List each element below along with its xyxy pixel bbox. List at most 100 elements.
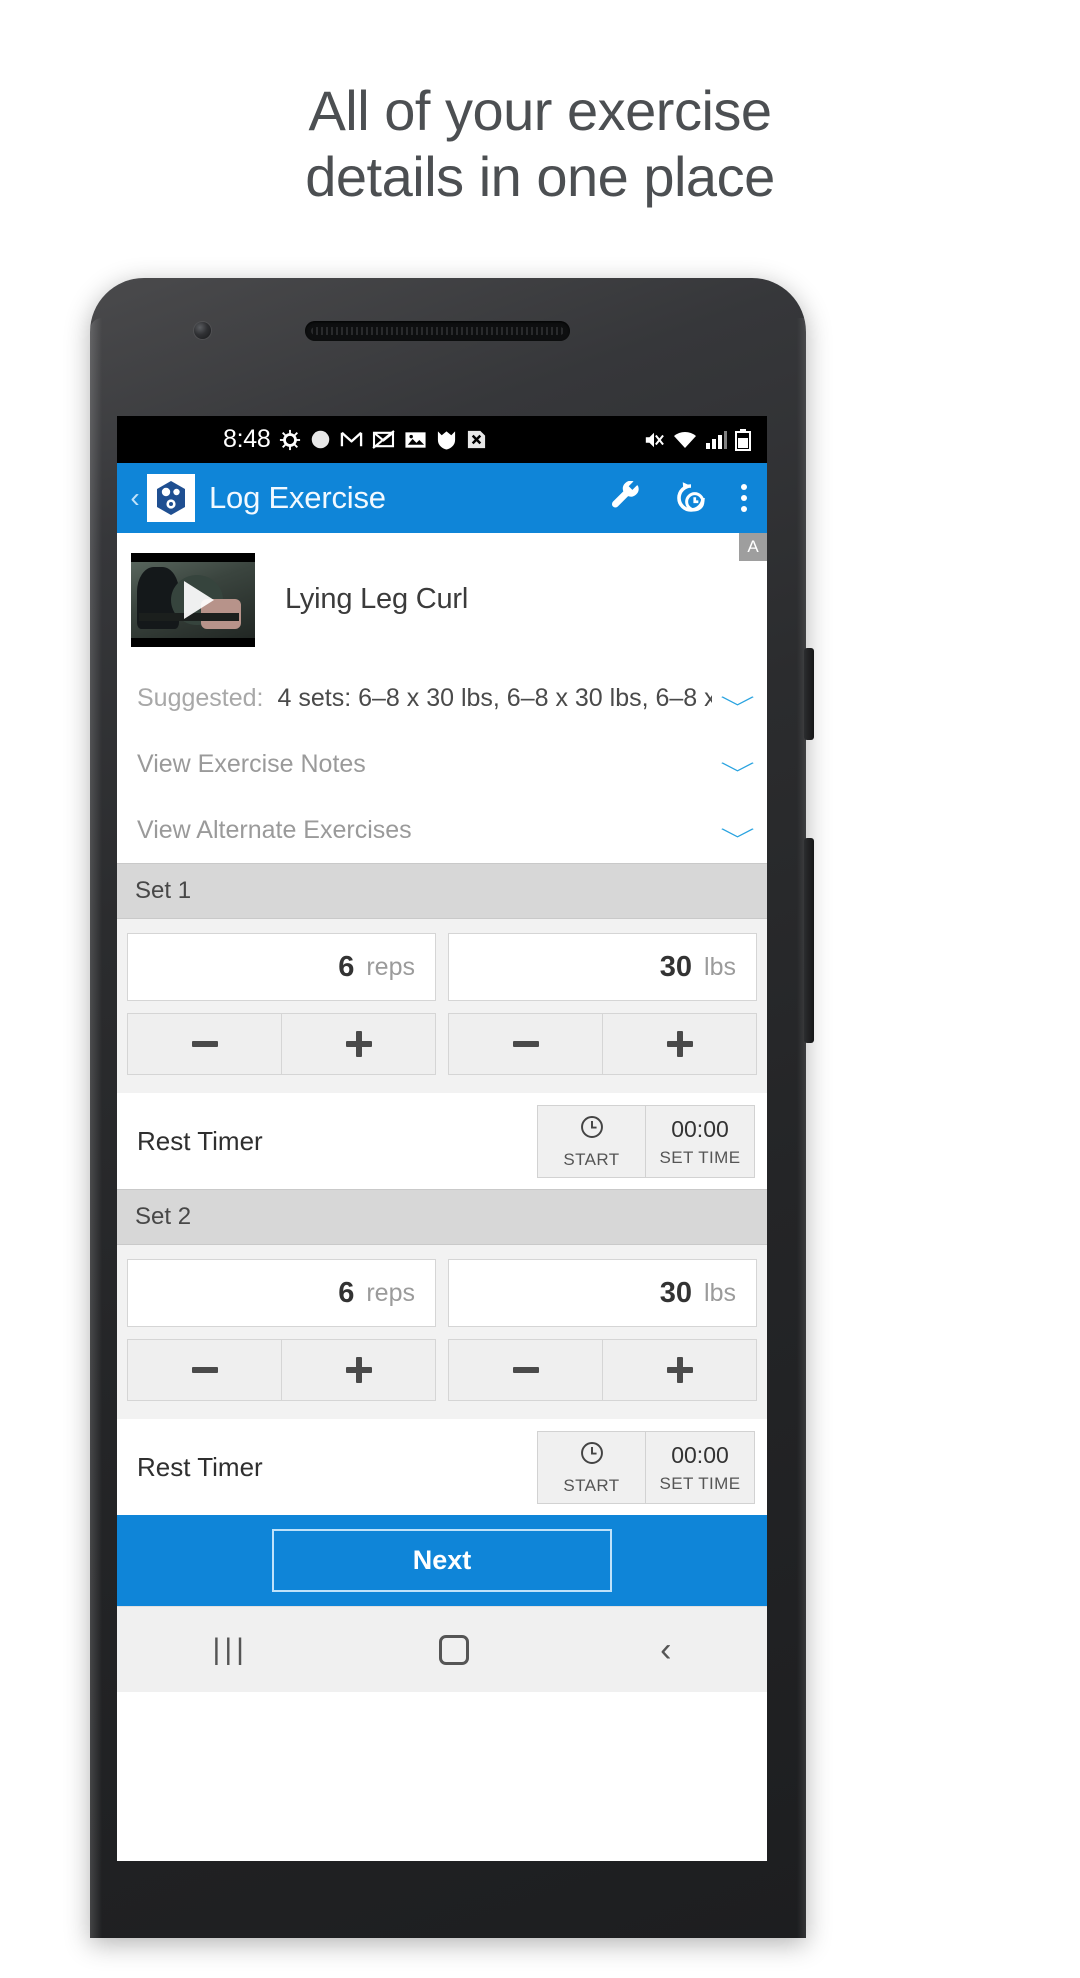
set-header: Set 1	[117, 863, 767, 919]
suggested-value: 4 sets: 6–8 x 30 lbs, 6–8 x 30 lbs, 6–8 …	[277, 683, 713, 712]
reps-stepper	[127, 1013, 436, 1075]
page-title: Log Exercise	[209, 480, 386, 515]
phone-mockup: 8:48 ‹ Log Exercise A Lying Leg Curl Sug…	[90, 278, 814, 1978]
play-icon[interactable]	[184, 581, 214, 619]
status-bar-left: 8:48	[223, 425, 487, 454]
chevron-down-icon[interactable]: ⌵	[721, 686, 755, 709]
rest-timer-start-button[interactable]: START	[538, 1105, 646, 1177]
app-logo[interactable]	[147, 474, 195, 522]
volume-button[interactable]	[804, 838, 814, 1043]
exercise-header: Lying Leg Curl	[117, 533, 767, 665]
set-inputs: 6 reps 30 lbs	[117, 919, 767, 1093]
clock-icon	[579, 1114, 605, 1145]
cell-signal-icon	[705, 430, 727, 450]
rest-timer-controls: START 00:00 SET TIME	[537, 1104, 755, 1178]
promo-headline: All of your exercise details in one plac…	[0, 0, 1080, 209]
status-badge: A	[739, 533, 767, 561]
reps-increment-button[interactable]	[282, 1014, 435, 1074]
weight-stepper	[448, 1013, 757, 1075]
front-camera-icon	[194, 322, 211, 339]
weight-unit: lbs	[704, 1278, 736, 1307]
reps-group: 6 reps	[127, 1259, 436, 1401]
rest-timer-settime-button[interactable]: 00:00 SET TIME	[646, 1432, 754, 1503]
reps-decrement-button[interactable]	[128, 1340, 282, 1400]
phone-body: 8:48 ‹ Log Exercise A Lying Leg Curl Sug…	[90, 278, 806, 1938]
reps-unit: reps	[366, 952, 415, 981]
home-icon[interactable]	[439, 1634, 470, 1665]
weight-group: 30 lbs	[448, 1259, 757, 1401]
minus-icon	[512, 1041, 539, 1047]
weight-decrement-button[interactable]	[449, 1014, 603, 1074]
headline-line-1: All of your exercise	[308, 79, 772, 142]
weight-stepper	[448, 1339, 757, 1401]
chevron-down-icon[interactable]: ⌵	[721, 752, 755, 775]
back-icon[interactable]: ‹	[660, 1633, 671, 1667]
rest-timer-row: Rest Timer START 00:00 SET TIME	[117, 1093, 767, 1189]
weight-increment-button[interactable]	[603, 1340, 756, 1400]
next-button[interactable]: Next	[272, 1529, 612, 1592]
weight-decrement-button[interactable]	[449, 1340, 603, 1400]
reps-group: 6 reps	[127, 933, 436, 1075]
weight-input[interactable]: 30 lbs	[448, 933, 757, 1001]
rest-timer-settime-button[interactable]: 00:00 SET TIME	[646, 1106, 754, 1177]
minus-icon	[191, 1041, 218, 1047]
phone-bezel-highlight-right	[797, 318, 806, 1938]
weight-value: 30	[659, 1276, 693, 1309]
reps-input[interactable]: 6 reps	[127, 933, 436, 1001]
weight-group: 30 lbs	[448, 933, 757, 1075]
view-exercise-notes-row[interactable]: View Exercise Notes ⌵	[117, 731, 767, 797]
battery-icon	[735, 428, 751, 451]
exercise-name: Lying Leg Curl	[285, 583, 469, 615]
rest-timer-start-button[interactable]: START	[538, 1431, 646, 1503]
rest-timer-value: 00:00	[671, 1115, 729, 1142]
gear-icon	[279, 429, 301, 451]
suggested-label: Suggested:	[137, 683, 264, 712]
suggested-row[interactable]: Suggested: 4 sets: 6–8 x 30 lbs, 6–8 x 3…	[117, 665, 767, 731]
weight-increment-button[interactable]	[603, 1014, 756, 1074]
reps-unit: reps	[366, 1278, 415, 1307]
wrench-icon[interactable]	[609, 481, 643, 515]
phone-bezel-highlight-left	[90, 318, 102, 1938]
set-inputs: 6 reps 30 lbs	[117, 1245, 767, 1419]
back-button[interactable]: ‹	[125, 482, 145, 514]
exercise-video-thumbnail[interactable]	[131, 553, 255, 647]
rest-timer-start-label: START	[563, 1149, 620, 1169]
rest-timer-start-label: START	[563, 1475, 620, 1495]
set-header: Set 2	[117, 1189, 767, 1245]
weight-unit: lbs	[704, 952, 736, 981]
thumbnail-letterbox-top	[131, 553, 255, 562]
overflow-menu-icon[interactable]	[741, 484, 747, 512]
recent-apps-icon[interactable]: |||	[213, 1633, 248, 1667]
gmail-icon	[340, 428, 363, 451]
next-button-bar: Next	[117, 1515, 767, 1606]
reps-stepper	[127, 1339, 436, 1401]
power-button[interactable]	[804, 648, 814, 740]
status-clock: 8:48	[223, 425, 271, 453]
reps-increment-button[interactable]	[282, 1340, 435, 1400]
phone-screen: 8:48 ‹ Log Exercise A Lying Leg Curl Sug…	[117, 416, 767, 1861]
mute-icon	[643, 430, 665, 450]
history-icon[interactable]	[673, 480, 709, 516]
clock-icon	[579, 1440, 605, 1471]
reps-decrement-button[interactable]	[128, 1014, 282, 1074]
circle-icon	[310, 429, 331, 450]
rest-timer-value: 00:00	[671, 1441, 729, 1468]
minus-icon	[191, 1367, 218, 1373]
rest-timer-settime-label: SET TIME	[659, 1147, 741, 1167]
rest-timer-label: Rest Timer	[137, 1125, 263, 1156]
android-navigation-bar: ||| ‹	[117, 1606, 767, 1692]
close-box-icon	[466, 429, 487, 450]
reps-input[interactable]: 6 reps	[127, 1259, 436, 1327]
photo-icon	[404, 430, 427, 450]
view-exercise-notes-label: View Exercise Notes	[137, 749, 366, 778]
rest-timer-label: Rest Timer	[137, 1451, 263, 1482]
chevron-down-icon[interactable]: ⌵	[721, 818, 755, 841]
plus-icon	[666, 1031, 693, 1057]
earpiece-speaker	[305, 321, 570, 341]
view-alternate-exercises-row[interactable]: View Alternate Exercises ⌵	[117, 797, 767, 863]
mail-off-icon	[372, 430, 396, 449]
rest-timer-controls: START 00:00 SET TIME	[537, 1430, 755, 1504]
weight-input[interactable]: 30 lbs	[448, 1259, 757, 1327]
shield-icon	[436, 429, 457, 451]
exercise-content: A Lying Leg Curl Suggested: 4 sets: 6–8 …	[117, 533, 767, 1692]
